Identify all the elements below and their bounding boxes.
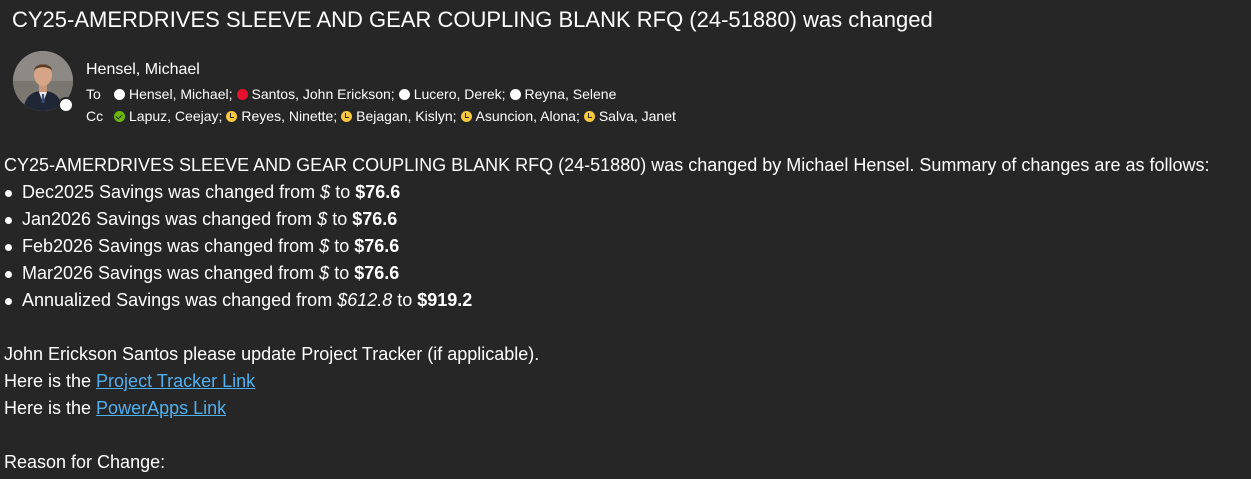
change-label: Annualized Savings was changed from [22,290,338,310]
recipient[interactable]: Salva, Janet [583,107,676,125]
recipient[interactable]: Santos, John Erickson; [236,85,395,103]
presence-available-icon [398,88,410,100]
changes-list: Dec2025 Savings was changed from $ to $7… [4,179,1249,314]
old-value: $ [317,209,328,229]
email-body: CY25-AMERDRIVES SLEEVE AND GEAR COUPLING… [4,152,1249,476]
recipient-name: Hensel, Michael; [129,86,233,102]
list-item: Mar2026 Savings was changed from $ to $7… [4,260,1249,287]
to-label: To [86,86,101,102]
cc-label: Cc [86,108,104,124]
recipient[interactable]: Lucero, Derek; [398,85,506,103]
change-connector: to [329,236,355,256]
recipient[interactable]: Bejagan, Kislyn; [341,107,457,125]
cc-line: Cc Lapuz, Ceejay; Reyes, Ninette; Bejaga… [86,107,680,125]
recipient-name: Lapuz, Ceejay; [129,108,223,124]
recipient-name: Santos, John Erickson; [251,86,395,102]
change-label: Feb2026 Savings was changed from [22,236,320,256]
list-item: Annualized Savings was changed from $612… [4,287,1249,314]
sender-presence-icon [58,97,74,113]
powerapps-line: Here is the PowerApps Link [4,395,1249,422]
presence-available-icon [509,88,521,100]
presence-busy-icon [236,88,248,100]
new-value: $76.6 [352,209,398,229]
request-text: John Erickson Santos please update Proje… [4,344,540,364]
presence-available-icon [114,88,125,100]
change-label: Dec2025 Savings was changed from [22,182,321,202]
recipient-name: Reyes, Ninette; [241,108,338,124]
new-value: $76.6 [354,263,400,283]
new-value: $76.6 [354,236,400,256]
presence-away-icon [460,110,472,122]
intro-text: CY25-AMERDRIVES SLEEVE AND GEAR COUPLING… [4,155,1210,175]
sender-name[interactable]: Hensel, Michael [86,60,200,80]
new-value: $76.6 [355,182,401,202]
sender-avatar[interactable] [13,51,74,113]
powerapps-link[interactable]: PowerApps Link [96,398,226,418]
list-item: Dec2025 Savings was changed from $ to $7… [4,179,1249,206]
old-value: $ [319,236,330,256]
recipient-name: Salva, Janet [598,108,676,124]
change-label: Mar2026 Savings was changed from [22,263,320,283]
change-label: Jan2026 Savings was changed from [22,209,318,229]
list-item: Feb2026 Savings was changed from $ to $7… [4,233,1249,260]
recipient-name: Asuncion, Alona; [475,108,580,124]
recipient[interactable]: Hensel, Michael; [114,85,233,103]
old-value: $ [320,182,331,202]
recipient[interactable]: Reyes, Ninette; [226,107,337,125]
change-connector: to [329,263,355,283]
project-tracker-line: Here is the Project Tracker Link [4,368,1249,395]
old-value: $612.8 [337,290,393,310]
presence-away-icon [226,110,238,122]
link-prefix: Here is the [4,398,97,418]
recipient[interactable]: Asuncion, Alona; [460,107,580,125]
recipient-name: Bejagan, Kislyn; [356,108,457,124]
recipient[interactable]: Reyna, Selene [509,85,617,103]
to-line: To Hensel, Michael; Santos, John Erickso… [86,85,620,103]
presence-away-icon [341,110,353,122]
project-tracker-link[interactable]: Project Tracker Link [96,371,255,391]
change-connector: to [330,182,356,202]
new-value: $919.2 [417,290,473,310]
recipient-name: Lucero, Derek; [413,86,506,102]
old-value: $ [319,263,330,283]
reason-label: Reason for Change: [4,452,166,472]
change-connector: to [327,209,353,229]
list-item: Jan2026 Savings was changed from $ to $7… [4,206,1249,233]
change-connector: to [392,290,418,310]
email-subject: CY25-AMERDRIVES SLEEVE AND GEAR COUPLING… [12,7,933,32]
presence-away-icon [583,110,595,122]
recipient[interactable]: Lapuz, Ceejay; [114,107,222,125]
presence-online-icon [114,110,125,122]
link-prefix: Here is the [4,371,97,391]
recipient-name: Reyna, Selene [524,86,617,102]
